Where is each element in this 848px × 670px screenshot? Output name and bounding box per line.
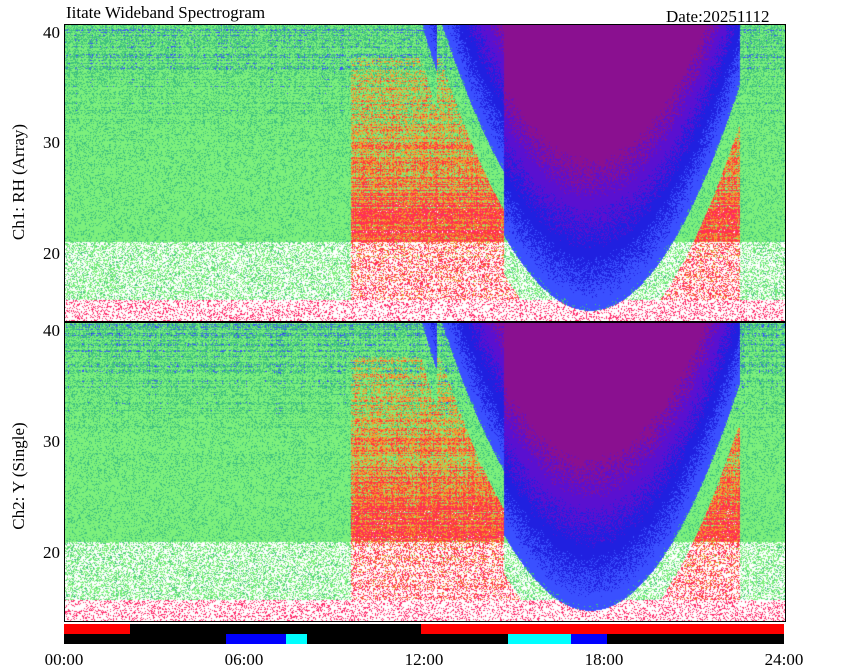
ch1-ylabel: Ch1: RH (Array): [9, 123, 28, 241]
xtick-2400: 24:00: [764, 650, 804, 669]
ch2-ytick-30: 30: [43, 432, 60, 451]
status-segment-7: [508, 634, 571, 644]
ch1-ytick-40: 40: [43, 23, 60, 42]
status-segment-5: [286, 634, 307, 644]
ch2-ytick-40: 40: [43, 321, 60, 340]
xtick-0600: 06:00: [224, 650, 264, 669]
ch2-spectrogram: [64, 322, 786, 622]
status-segment-3: [64, 634, 226, 644]
status-segment-2: [421, 624, 784, 634]
ch1-ytick-20: 20: [43, 244, 60, 263]
xtick-0000: 00:00: [44, 650, 84, 669]
status-segment-9: [607, 634, 784, 644]
ch2-ylabel: Ch2: Y (Single): [9, 422, 28, 530]
date-label: Date:20251112: [666, 7, 770, 26]
status-segment-4: [226, 634, 286, 644]
chart-title: Iitate Wideband Spectrogram: [66, 3, 266, 22]
status-segment-8: [571, 634, 607, 644]
ch1-ytick-30: 30: [43, 133, 60, 152]
status-segment-6: [307, 634, 508, 644]
xtick-1800: 18:00: [584, 650, 624, 669]
status-segment-1: [130, 624, 421, 634]
status-segment-0: [64, 624, 130, 634]
status-bar: [64, 624, 784, 644]
xtick-1200: 12:00: [404, 650, 444, 669]
ch1-spectrogram: [64, 24, 786, 322]
ch2-ytick-20: 20: [43, 543, 60, 562]
